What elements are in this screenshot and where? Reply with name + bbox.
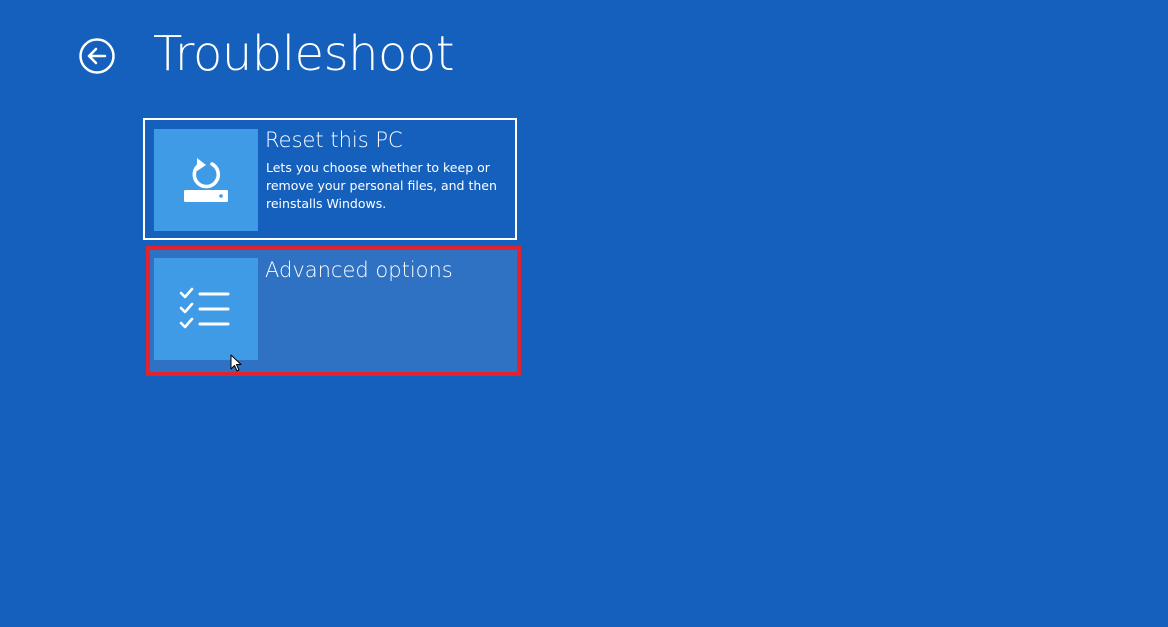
reset-icon-tile <box>154 129 258 231</box>
back-arrow-circle-icon <box>79 38 115 74</box>
advanced-option-title: Advanced options <box>265 258 453 282</box>
advanced-options-option[interactable]: Advanced options <box>146 246 521 376</box>
advanced-icon-tile <box>154 258 258 360</box>
reset-pc-icon <box>184 158 228 202</box>
reset-option-description: Lets you choose whether to keep or remov… <box>266 160 497 211</box>
checklist-icon <box>179 287 230 329</box>
reset-this-pc-option[interactable]: Reset this PC Lets you choose whether to… <box>143 118 517 240</box>
back-button[interactable] <box>78 37 116 75</box>
page-title: Troubleshoot <box>153 26 455 82</box>
reset-option-title: Reset this PC <box>265 128 403 152</box>
